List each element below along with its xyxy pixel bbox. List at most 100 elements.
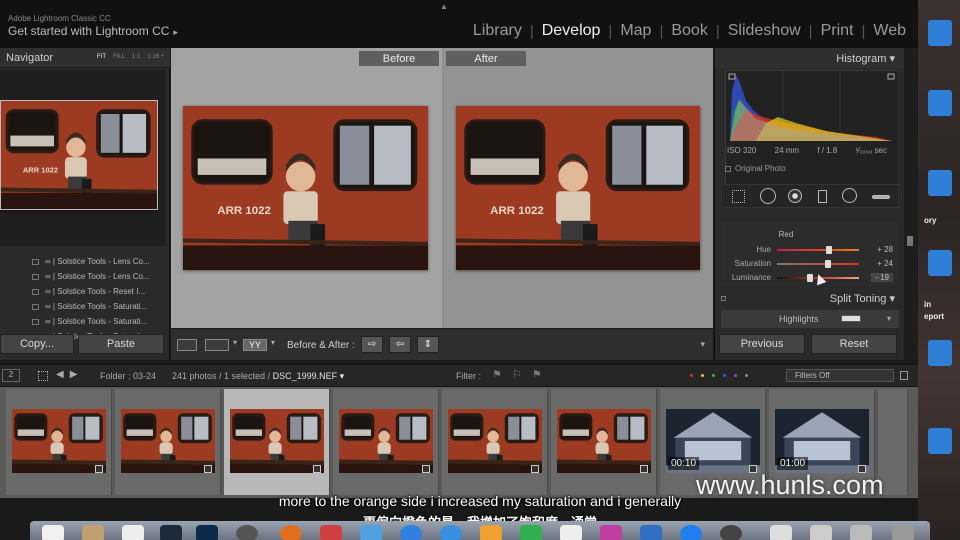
itunes-dock-icon[interactable] [600,525,622,540]
folder-source[interactable]: Folder : 03-24 [100,371,156,381]
toolbar-menu-caret-icon[interactable]: ▾ [700,339,705,350]
filter-lock-icon[interactable] [900,371,908,380]
copy-after-to-before-button[interactable]: ⇦ [389,336,411,353]
paste-button[interactable]: Paste [78,334,164,354]
desktop-folder-icon[interactable] [928,170,952,196]
desktop-folder-icon[interactable] [928,340,952,366]
luminance-value[interactable]: - 19 [871,273,893,282]
browser-dock-icon[interactable] [680,525,702,540]
before-after-yy-icon[interactable]: YY [243,339,267,351]
swap-before-after-button[interactable]: ⇕ [417,336,439,353]
preset-item[interactable]: ∞ | Solstice Tools - Lens Co... [0,269,166,284]
keynote-dock-icon[interactable] [640,525,662,540]
hue-value[interactable]: + 28 [877,245,893,254]
zoom-1-1[interactable]: 1:1 [132,54,140,60]
original-photo-toggle[interactable]: Original Photo [725,164,786,173]
saturation-slider-track[interactable] [777,260,859,268]
saturation-slider-thumb[interactable] [824,260,831,268]
downloads-dock-icon[interactable] [850,525,872,540]
luminance-slider-row[interactable]: Luminance - 19 [721,272,899,284]
module-web[interactable]: Web [865,22,914,40]
before-photo[interactable]: ARR 1022 [183,106,428,270]
module-slideshow[interactable]: Slideshow [720,22,809,40]
saturation-slider-row[interactable]: Saturation + 24 [721,258,899,270]
view-mode-caret-icon[interactable]: ▾ [233,338,237,347]
highlights-color-swatch[interactable] [841,315,861,322]
identity-plate-title[interactable]: Get started with Lightroom CC ▸ [8,24,178,38]
zoom-1-16[interactable]: 1:16 ÷ [147,54,164,60]
filters-off-dropdown[interactable]: Filters Off [786,369,894,382]
filmstrip-cell[interactable] [442,389,548,495]
messages-dock-icon[interactable] [520,525,542,540]
trash-dock-icon[interactable] [892,525,914,540]
crop-tool-icon[interactable] [732,190,745,203]
maps-dock-icon[interactable] [560,525,582,540]
filmstrip-thumbnail[interactable] [230,409,324,473]
highlights-row[interactable]: Highlights ▾ [721,310,899,328]
document-dock-icon[interactable] [770,525,792,540]
filmstrip-thumbnail[interactable] [557,409,651,473]
module-library[interactable]: Library [465,22,530,40]
graduated-filter-icon[interactable] [818,190,827,203]
filmstrip-cell[interactable] [6,389,112,495]
saturation-value[interactable]: + 24 [877,259,893,268]
photoshop-dock-icon[interactable] [196,525,218,540]
zoom-fit[interactable]: FIT [97,54,106,60]
histogram-header[interactable]: Histogram ▾ [715,48,905,68]
module-print[interactable]: Print [813,22,862,40]
finder-dock-icon[interactable] [42,525,64,540]
filmstrip-cell[interactable] [224,389,330,495]
compare-view-icon[interactable] [205,339,229,351]
panel-collapse-icon[interactable]: ▲ [440,2,448,11]
previous-button[interactable]: Previous [719,334,805,354]
filmstrip-cell[interactable] [551,389,657,495]
preset-item[interactable]: ∞ | Solstice Tools - Saturati... [0,299,166,314]
copy-button[interactable]: Copy... [0,334,74,354]
after-photo[interactable]: ARR 1022 [456,106,700,270]
hue-slider-row[interactable]: Hue + 28 [721,244,899,256]
notes-dock-icon[interactable] [82,525,104,540]
desktop-folder-icon[interactable] [928,428,952,454]
desktop-folder-icon[interactable] [928,90,952,116]
radial-filter-icon[interactable] [842,188,857,203]
hue-slider-thumb[interactable] [826,246,833,254]
photo-count[interactable]: 241 photos / 1 selected / DSC_1999.NEF ▾ [172,371,344,382]
highlights-caret-icon[interactable]: ▾ [887,314,891,323]
navigator-thumbnail[interactable]: ARR 1022 [0,100,158,210]
loupe-view-icon[interactable] [177,339,197,351]
copy-before-to-after-button[interactable]: ⇨ [361,336,383,353]
yy-caret-icon[interactable]: ▾ [271,338,275,347]
secondary-window-button[interactable]: 2 [2,369,20,382]
safari-dock-icon[interactable] [440,525,462,540]
filmstrip-thumbnail[interactable] [339,409,433,473]
navigator-header[interactable]: Navigator FIT FILL 1:1 1:16 ÷ [0,48,170,68]
desktop-folder-icon[interactable] [928,250,952,276]
split-toning-header[interactable]: Split Toning ▾ [715,292,905,308]
contacts-dock-icon[interactable] [122,525,144,540]
app-store-dock-icon[interactable] [400,525,422,540]
filmstrip-thumbnail[interactable] [12,409,106,473]
desktop-folder-icon[interactable] [928,20,952,46]
red-eye-icon[interactable] [788,189,802,203]
preset-item[interactable]: ∞ | Solstice Tools - Saturati... [0,314,166,329]
module-develop[interactable]: Develop [534,22,609,40]
preset-item[interactable]: ∞ | Solstice Tools - Reset I... [0,284,166,299]
quicktime-dock-icon[interactable] [720,525,742,540]
color-label-filters[interactable] [690,374,748,377]
preset-item[interactable]: ∞ | Solstice Tools - Lens Co... [0,254,166,269]
flag-filters[interactable]: ⚑⚐⚑ [492,368,552,381]
navigator-preview[interactable]: ARR 1022 [0,70,166,246]
scrollbar-thumb[interactable] [907,236,913,246]
filmstrip-thumbnail[interactable] [121,409,215,473]
reset-button[interactable]: Reset [811,334,897,354]
panel-switch-icon[interactable] [721,296,726,301]
zoom-fill[interactable]: FILL [113,54,125,60]
photos-dock-icon[interactable] [280,525,302,540]
right-panel-scrollbar[interactable] [904,48,918,360]
settings-dock-icon[interactable] [236,525,258,540]
lightroom-dock-icon[interactable] [160,525,182,540]
module-map[interactable]: Map [612,22,659,40]
adjustment-brush-icon[interactable] [872,195,890,199]
filmstrip-thumbnail[interactable] [448,409,542,473]
grid-view-icon[interactable] [38,371,48,381]
